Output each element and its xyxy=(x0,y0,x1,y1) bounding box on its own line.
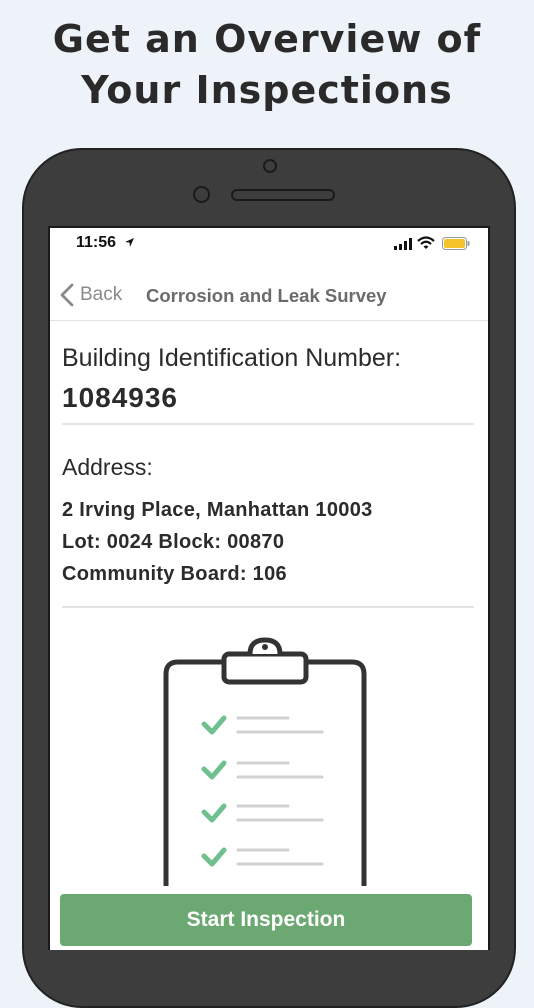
phone-sensor xyxy=(193,186,210,203)
page-title: Corrosion and Leak Survey xyxy=(146,285,387,306)
chevron-left-icon xyxy=(60,283,74,307)
status-bar: 11:56 xyxy=(50,228,488,260)
address-community-board: Community Board: 106 xyxy=(62,563,287,585)
cellular-signal-icon xyxy=(394,238,412,250)
phone-speaker xyxy=(231,189,335,201)
headline-line-2: Your Inspections xyxy=(81,68,453,112)
start-inspection-button[interactable]: Start Inspection xyxy=(60,894,472,946)
bin-label: Building Identification Number: xyxy=(62,344,402,372)
back-label: Back xyxy=(80,284,123,305)
address-street: 2 Irving Place, Manhattan 10003 xyxy=(62,499,373,521)
divider xyxy=(62,606,474,608)
phone-screen: 11:56 Back Corrosion and Leak Survey Bui… xyxy=(48,226,490,950)
address-lot-block: Lot: 0024 Block: 00870 xyxy=(62,531,285,553)
status-time: 11:56 xyxy=(76,234,117,251)
headline-line-1: Get an Overview of xyxy=(52,17,482,61)
phone-camera xyxy=(263,159,277,173)
navigation-bar: Back Corrosion and Leak Survey xyxy=(50,272,488,321)
bin-value: 1084936 xyxy=(62,382,179,413)
battery-icon xyxy=(442,237,470,250)
address-label: Address: xyxy=(62,454,153,480)
location-arrow-icon xyxy=(125,238,134,247)
wifi-icon xyxy=(417,236,435,249)
back-button[interactable]: Back xyxy=(60,280,122,310)
divider xyxy=(62,423,474,425)
clipboard-checklist-icon xyxy=(163,637,367,886)
promo-headline: Get an Overview of Your Inspections xyxy=(0,14,534,116)
